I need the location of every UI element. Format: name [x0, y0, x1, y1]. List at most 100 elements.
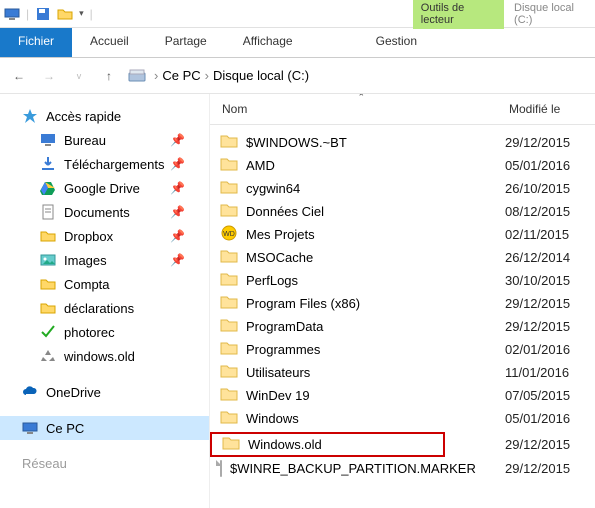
file-list-pane: Nom ⌃ Modifié le $WINDOWS.~BT29/12/2015A…: [210, 94, 595, 508]
file-date: 08/12/2015: [505, 204, 595, 219]
file-date: 05/01/2016: [505, 411, 595, 426]
forward-button[interactable]: →: [38, 65, 60, 87]
file-row[interactable]: Programmes02/01/2016: [210, 338, 595, 361]
file-name: WinDev 19: [246, 388, 310, 403]
this-pc-icon[interactable]: [4, 6, 20, 22]
context-tab-label: Outils de lecteur: [413, 0, 504, 29]
file-icon: [220, 460, 222, 477]
column-name[interactable]: Nom ⌃: [210, 94, 505, 124]
check-icon: [40, 324, 56, 340]
folder-icon: [220, 271, 238, 290]
file-row[interactable]: $WINDOWS.~BT29/12/2015: [210, 131, 595, 154]
sidebar-item-label: Images: [64, 253, 107, 268]
ribbon: Fichier Accueil Partage Affichage Gestio…: [0, 28, 595, 58]
save-icon[interactable]: [35, 6, 51, 22]
file-row[interactable]: MSOCache 26/12/2014: [210, 246, 595, 269]
images-icon: [40, 252, 56, 268]
sidebar-item[interactable]: Bureau📌: [0, 128, 209, 152]
nav-quick-access[interactable]: Accès rapide: [0, 104, 209, 128]
file-row[interactable]: WDMes Projets02/11/2015: [210, 223, 595, 246]
pc-icon: [22, 420, 38, 436]
nav-network[interactable]: Réseau: [0, 452, 209, 475]
pin-icon: 📌: [170, 253, 185, 267]
sidebar-item[interactable]: Compta: [0, 272, 209, 296]
file-date: 30/10/2015: [505, 273, 595, 288]
pin-icon: 📌: [170, 229, 185, 243]
chevron-right-icon[interactable]: ›: [205, 68, 209, 83]
pin-icon: 📌: [170, 205, 185, 219]
tab-file[interactable]: Fichier: [0, 28, 72, 57]
file-name: ProgramData: [246, 319, 323, 334]
file-name: MSOCache: [246, 250, 313, 265]
title-bar: | ▾ | Outils de lecteur Disque local (C:…: [0, 0, 595, 28]
file-name: cygwin64: [246, 181, 300, 196]
recent-dropdown[interactable]: v: [68, 65, 90, 87]
breadcrumb-segment[interactable]: Disque local (C:): [213, 68, 309, 83]
sidebar-item[interactable]: photorec: [0, 320, 209, 344]
column-headers: Nom ⌃ Modifié le: [210, 94, 595, 125]
desktop-icon: [40, 132, 56, 148]
tab-share[interactable]: Partage: [147, 28, 225, 57]
file-name: Données Ciel: [246, 204, 324, 219]
sidebar-item[interactable]: déclarations: [0, 296, 209, 320]
file-date: 05/01/2016: [505, 158, 595, 173]
file-row[interactable]: cygwin6426/10/2015: [210, 177, 595, 200]
sidebar-item-label: Téléchargements: [64, 157, 164, 172]
sidebar-item[interactable]: Images 📌: [0, 248, 209, 272]
up-button[interactable]: ↑: [98, 65, 120, 87]
folder-qat-icon[interactable]: [57, 6, 73, 22]
file-date: 26/12/2014: [505, 250, 595, 265]
file-date: 29/12/2015: [505, 437, 595, 452]
tab-manage[interactable]: Gestion: [358, 28, 435, 57]
breadcrumb[interactable]: › Ce PC › Disque local (C:): [154, 68, 309, 83]
file-row[interactable]: $WINRE_BACKUP_PARTITION.MARKER29/12/2015: [210, 459, 595, 478]
file-row[interactable]: ProgramData29/12/2015: [210, 315, 595, 338]
back-button[interactable]: ←: [8, 65, 30, 87]
pin-icon: 📌: [170, 181, 185, 195]
qat-dropdown-icon[interactable]: ▾: [79, 8, 84, 19]
file-row[interactable]: PerfLogs30/10/2015: [210, 269, 595, 292]
file-row[interactable]: AMD05/01/2016: [210, 154, 595, 177]
file-row[interactable]: Utilisateurs 11/01/2016: [210, 361, 595, 384]
file-name: Utilisateurs: [246, 365, 310, 380]
recycle-icon: [40, 348, 56, 364]
sort-asc-icon: ⌃: [358, 94, 366, 103]
file-date: 07/05/2015: [505, 388, 595, 403]
folder-icon: [40, 300, 56, 316]
column-modified[interactable]: Modifié le: [505, 94, 595, 124]
nav-onedrive[interactable]: OneDrive: [0, 380, 209, 404]
nav-this-pc[interactable]: Ce PC: [0, 416, 209, 440]
breadcrumb-segment[interactable]: Ce PC: [162, 68, 200, 83]
separator: |: [26, 7, 29, 21]
folder-icon: [220, 248, 238, 267]
file-row[interactable]: Program Files (x86)29/12/2015: [210, 292, 595, 315]
tab-home[interactable]: Accueil: [72, 28, 147, 57]
tab-view[interactable]: Affichage: [225, 28, 311, 57]
folder-icon: [220, 363, 238, 382]
docs-icon: [40, 204, 56, 220]
file-date: 29/12/2015: [505, 461, 595, 476]
file-icon: [220, 461, 222, 476]
sidebar-item-label: windows.old: [64, 349, 135, 364]
sidebar-item-label: déclarations: [64, 301, 134, 316]
cloud-icon: [22, 384, 38, 400]
folder-icon: [220, 202, 238, 221]
sidebar-item-label: photorec: [64, 325, 115, 340]
sidebar-item[interactable]: Téléchargements📌: [0, 152, 209, 176]
file-date: 11/01/2016: [505, 365, 595, 380]
file-name: Programmes: [246, 342, 320, 357]
sidebar-item-label: Compta: [64, 277, 110, 292]
file-row[interactable]: Windows05/01/2016: [210, 407, 595, 430]
address-bar: ← → v ↑ › Ce PC › Disque local (C:): [0, 58, 595, 94]
folder-icon: [220, 294, 238, 313]
file-row[interactable]: WinDev 19 07/05/2015: [210, 384, 595, 407]
sidebar-item[interactable]: Documents📌: [0, 200, 209, 224]
breadcrumb-drive-icon[interactable]: [128, 67, 146, 85]
sidebar-item[interactable]: windows.old: [0, 344, 209, 368]
file-row[interactable]: Windows.old29/12/2015: [210, 430, 595, 459]
downloads-icon: [40, 156, 56, 172]
file-row[interactable]: Données Ciel 08/12/2015: [210, 200, 595, 223]
chevron-right-icon[interactable]: ›: [154, 68, 158, 83]
sidebar-item[interactable]: Dropbox📌: [0, 224, 209, 248]
sidebar-item[interactable]: Google Drive📌: [0, 176, 209, 200]
